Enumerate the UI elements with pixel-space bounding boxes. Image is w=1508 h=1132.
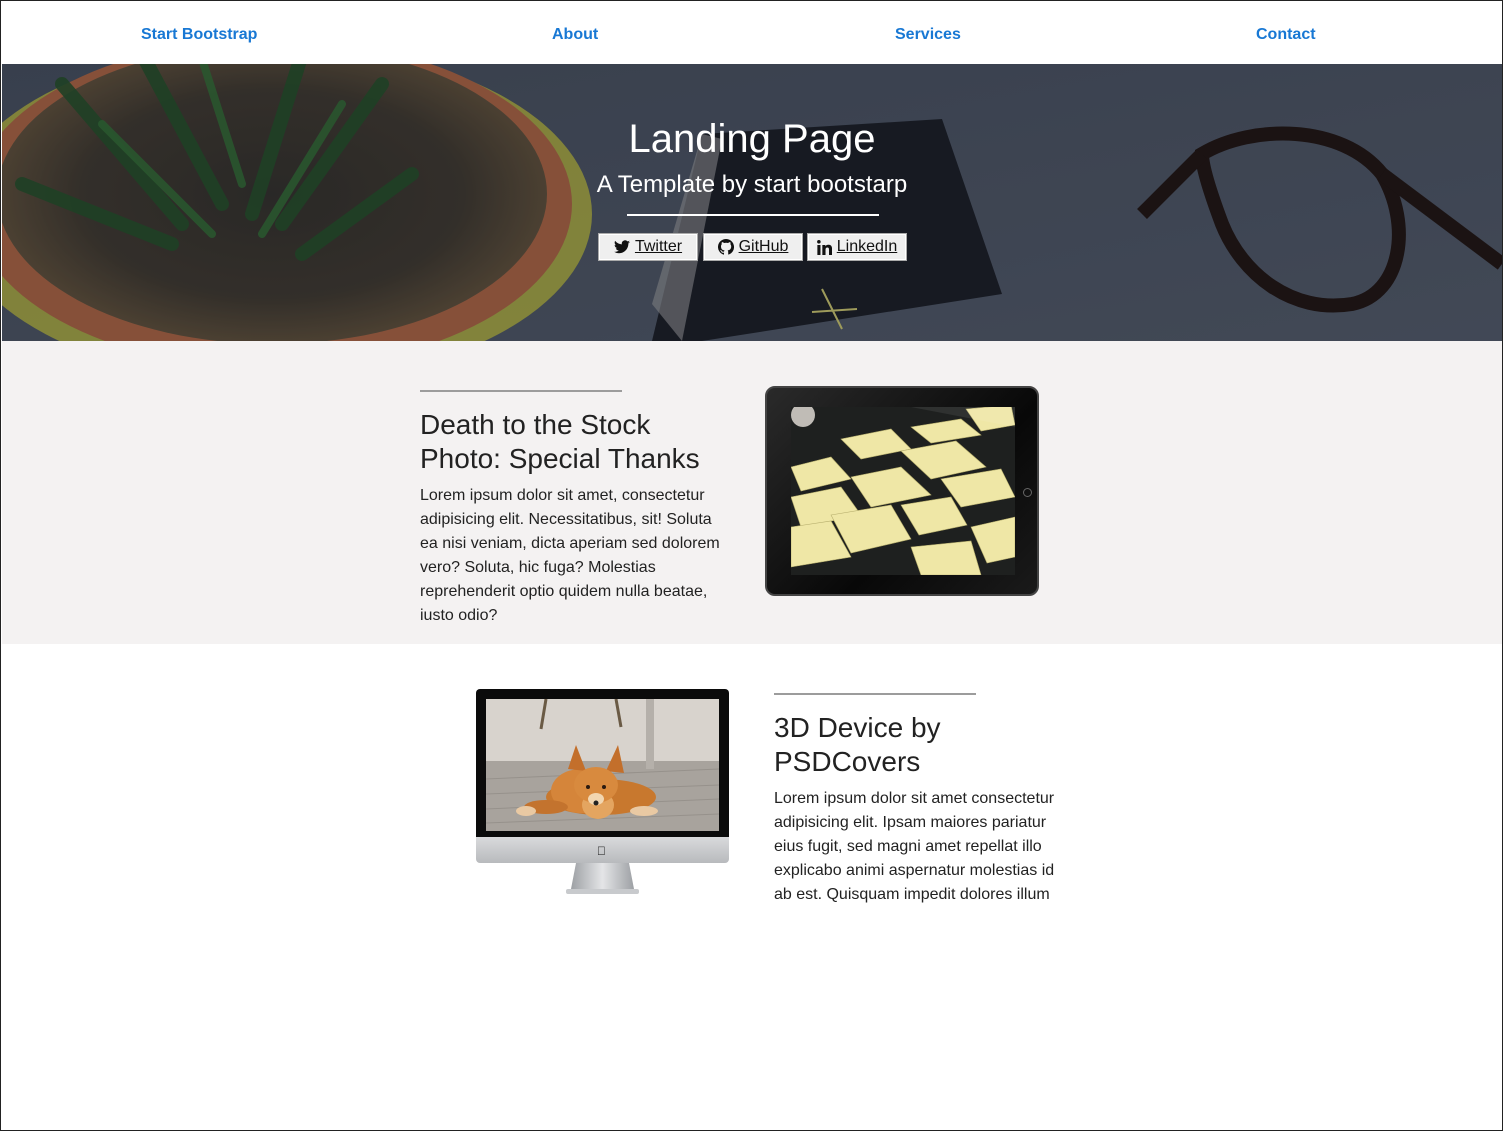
apple-logo-icon: : [597, 844, 606, 858]
twitter-button-label: Twitter: [634, 238, 683, 255]
nav-link-contact[interactable]: Contact: [1256, 26, 1316, 44]
section-2-divider: [774, 693, 976, 695]
section-2-heading: 3D Device by PSDCovers: [774, 712, 941, 777]
content-section-1: Death to the Stock Photo: Special Thanks…: [2, 341, 1502, 644]
hero-section: Landing Page A Template by start bootsta…: [2, 64, 1502, 341]
brand-link[interactable]: Start Bootstrap: [141, 26, 257, 44]
linkedin-button-label: LinkedIn: [836, 238, 898, 255]
linkedin-icon: [816, 239, 832, 255]
ipad-image: [765, 386, 1039, 596]
github-button-label: GitHub: [738, 238, 789, 255]
hero-background-image: [2, 64, 1502, 341]
section-1-heading: Death to the Stock Photo: Special Thanks: [420, 409, 700, 474]
nav-link-about[interactable]: About: [552, 26, 598, 44]
top-navbar: Start Bootstrap About Services Contact: [2, 2, 1502, 64]
imac-stand: [566, 863, 639, 894]
hero-subtitle: A Template by start bootstarp: [596, 171, 908, 198]
hero-divider: [627, 214, 879, 216]
nav-link-services[interactable]: Services: [895, 26, 961, 44]
github-icon: [717, 239, 734, 255]
section-1-body: Lorem ipsum dolor sit amet, consectetur …: [420, 487, 720, 624]
twitter-icon: [613, 240, 630, 254]
content-section-2:  3D Device by PSDCovers Lorem ipsum dol…: [2, 644, 1502, 1130]
ipad-home-button: [1023, 488, 1032, 497]
ipad-screen: [791, 407, 1015, 575]
page-frame: Start Bootstrap About Services Contact L…: [0, 0, 1503, 1131]
imac-bezel: [476, 689, 729, 837]
imac-screen: [486, 699, 719, 831]
hero-title: Landing Page: [628, 117, 876, 161]
twitter-button[interactable]: Twitter: [598, 233, 698, 261]
section-1-divider: [420, 390, 622, 392]
imac-image: : [476, 689, 729, 899]
github-button[interactable]: GitHub: [703, 233, 803, 261]
linkedin-button[interactable]: LinkedIn: [807, 233, 907, 261]
section-2-body: Lorem ipsum dolor sit amet consectetur a…: [774, 790, 1055, 903]
